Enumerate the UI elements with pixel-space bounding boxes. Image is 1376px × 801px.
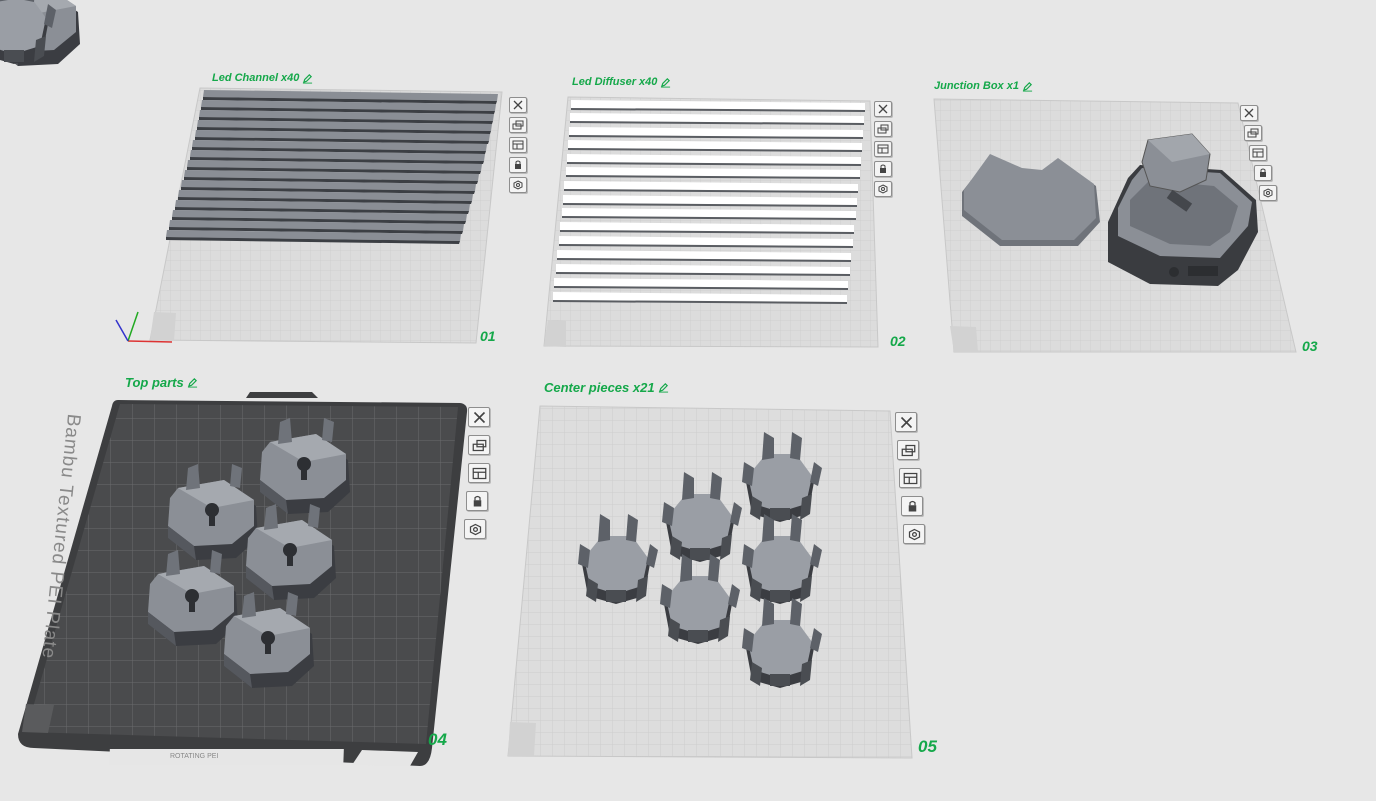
- plate-01-number: 01: [480, 328, 496, 344]
- layout-button[interactable]: [509, 137, 527, 153]
- plate-05-toolbar: [895, 412, 925, 544]
- layout-button[interactable]: [1249, 145, 1267, 161]
- plate-04-title-text: Top parts: [125, 375, 184, 390]
- layout-icon: [472, 467, 486, 479]
- plate-03-toolbar: [1240, 105, 1277, 201]
- arrange-button[interactable]: [468, 435, 490, 455]
- plate-04-number: 04: [428, 730, 447, 749]
- close-plate-button[interactable]: [1240, 105, 1258, 121]
- close-icon: [513, 100, 523, 110]
- arrange-icon: [512, 120, 524, 130]
- plate-03-title[interactable]: Junction Box x1: [934, 80, 1033, 92]
- lock-icon: [473, 495, 481, 506]
- arrange-button[interactable]: [897, 440, 919, 460]
- plates-canvas[interactable]: [0, 0, 1376, 801]
- plate-settings-button[interactable]: [903, 524, 925, 544]
- plate-03-number: 03: [1302, 338, 1318, 354]
- arrange-icon: [1247, 128, 1259, 138]
- plate-02-toolbar: [874, 101, 892, 197]
- edit-icon[interactable]: [302, 73, 313, 84]
- close-plate-button[interactable]: [468, 407, 490, 427]
- plate-02-title-text: Led Diffuser x40: [572, 76, 658, 88]
- lock-plate-button[interactable]: [509, 157, 527, 173]
- plate-settings-button[interactable]: [874, 181, 892, 197]
- layout-icon: [903, 472, 917, 484]
- close-icon: [900, 416, 912, 428]
- plate-03-title-text: Junction Box x1: [934, 80, 1019, 92]
- arrange-button[interactable]: [1244, 125, 1262, 141]
- plate-05-number: 05: [918, 737, 937, 756]
- plate-01-title-text: Led Channel x40: [212, 72, 300, 84]
- plate-footer-label: ROTATING PEI: [170, 753, 219, 760]
- plate-02[interactable]: [543, 96, 879, 348]
- lock-plate-button[interactable]: [874, 161, 892, 177]
- layout-icon: [512, 140, 524, 150]
- settings-icon: [513, 180, 523, 190]
- close-icon: [1244, 108, 1254, 118]
- lock-plate-button[interactable]: [901, 496, 923, 516]
- close-plate-button[interactable]: [895, 412, 917, 432]
- layout-icon: [877, 144, 889, 154]
- arrange-icon: [901, 444, 915, 456]
- lock-plate-button[interactable]: [1254, 165, 1272, 181]
- close-icon: [473, 411, 485, 423]
- settings-icon: [469, 523, 481, 535]
- plate-settings-button[interactable]: [464, 519, 486, 539]
- plate-04-title[interactable]: Top parts: [125, 375, 198, 390]
- settings-icon: [908, 528, 920, 540]
- lock-icon: [908, 500, 916, 511]
- settings-icon: [878, 184, 888, 194]
- close-plate-button[interactable]: [509, 97, 527, 113]
- led-channel-parts[interactable]: [166, 90, 498, 244]
- plate-settings-button[interactable]: [509, 177, 527, 193]
- plate-01[interactable]: [115, 87, 503, 344]
- plate-02-title[interactable]: Led Diffuser x40: [572, 76, 671, 88]
- settings-icon: [1263, 188, 1273, 198]
- lock-icon: [515, 160, 521, 169]
- layout-button[interactable]: [874, 141, 892, 157]
- arrange-icon: [472, 439, 486, 451]
- lock-icon: [1260, 168, 1266, 177]
- edit-icon[interactable]: [1022, 81, 1033, 92]
- arrange-button[interactable]: [874, 121, 892, 137]
- lock-plate-button[interactable]: [466, 491, 488, 511]
- led-diffuser-parts[interactable]: [553, 100, 865, 304]
- plate-05-title[interactable]: Center pieces x21: [544, 380, 669, 395]
- layout-icon: [1252, 148, 1264, 158]
- close-icon: [878, 104, 888, 114]
- close-plate-button[interactable]: [874, 101, 892, 117]
- edit-icon[interactable]: [660, 77, 671, 88]
- layout-button[interactable]: [899, 468, 921, 488]
- lock-icon: [880, 164, 886, 173]
- plate-02-number: 02: [890, 333, 906, 349]
- plate-settings-button[interactable]: [1259, 185, 1277, 201]
- plate-04-toolbar: [464, 407, 490, 539]
- arrange-icon: [877, 124, 889, 134]
- layout-button[interactable]: [468, 463, 490, 483]
- plate-01-toolbar: [509, 97, 527, 193]
- plate-01-title[interactable]: Led Channel x40: [212, 72, 313, 84]
- plate-05-title-text: Center pieces x21: [544, 380, 655, 395]
- edit-icon[interactable]: [187, 377, 198, 388]
- arrange-button[interactable]: [509, 117, 527, 133]
- edit-icon[interactable]: [658, 382, 669, 393]
